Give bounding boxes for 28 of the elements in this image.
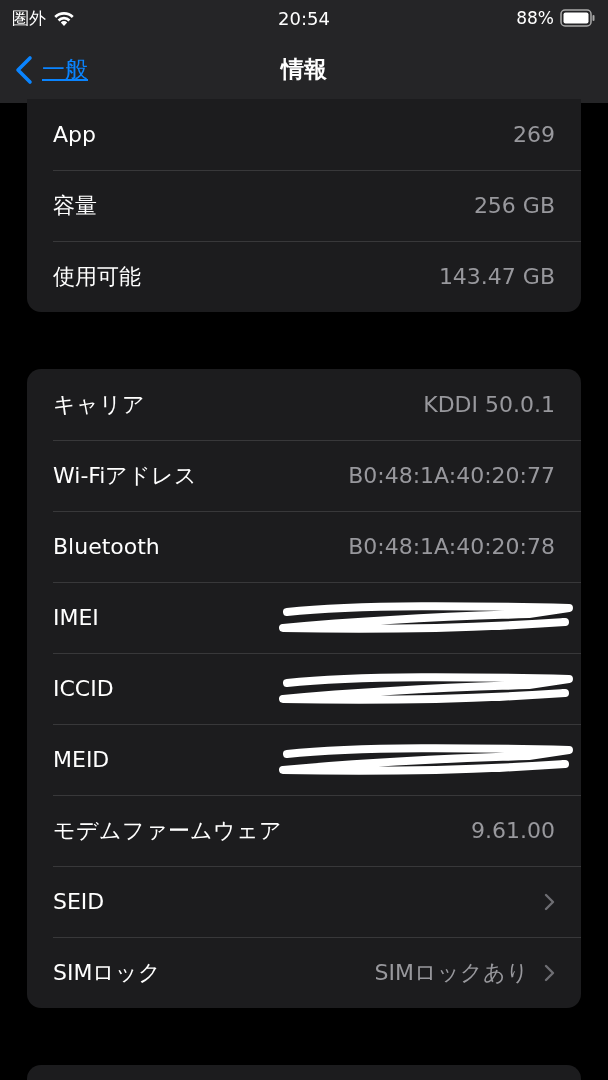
row-label: 使用可能: [53, 262, 141, 291]
row-value: 256 GB: [473, 193, 555, 218]
row-label: ICCID: [53, 676, 114, 701]
row-label: IMEI: [53, 605, 99, 630]
battery-percent: 88%: [516, 8, 554, 28]
row-label: Bluetooth: [53, 534, 160, 559]
row-label: MEID: [53, 747, 110, 772]
row-label: SIMロック: [53, 958, 162, 987]
row-label: SEID: [53, 889, 105, 914]
row-value: B0:48:1A:40:20:77: [348, 463, 555, 488]
row-value: 269: [513, 122, 555, 147]
row-value: B0:48:1A:40:20:78: [348, 534, 555, 559]
back-button[interactable]: 一般: [14, 54, 88, 85]
back-chevron-icon: [14, 54, 34, 85]
row-label: 容量: [53, 191, 97, 220]
wifi-icon: [52, 9, 76, 27]
clock-text: 20:54: [278, 7, 330, 29]
row-value: 9.61.00: [471, 818, 555, 843]
row-value: 143.47 GB: [438, 264, 555, 289]
row-label: モデムファームウェア: [53, 816, 282, 845]
battery-icon: [560, 9, 596, 27]
nav-title: 情報: [281, 55, 327, 84]
row-label: Wi-Fiアドレス: [53, 461, 198, 490]
row-label: キャリア: [53, 390, 145, 419]
row-label: App: [53, 122, 96, 147]
row-value: SIMロックあり: [374, 958, 529, 987]
carrier-text: 圏外: [12, 6, 46, 30]
row-value: KDDI 50.0.1: [423, 392, 555, 417]
